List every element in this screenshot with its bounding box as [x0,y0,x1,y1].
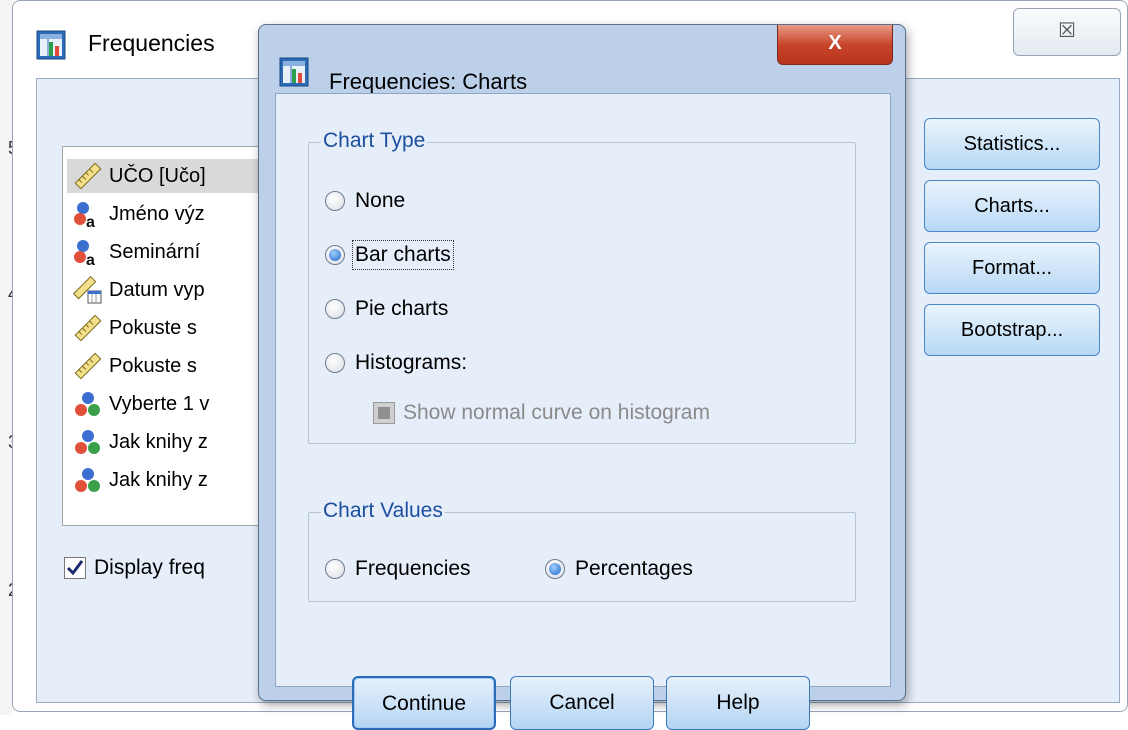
chart-type-legend: Chart Type [321,129,428,153]
frequencies-close-button[interactable]: ☒ [1013,8,1121,56]
list-item[interactable]: Pokuste s [73,311,197,345]
radio-frequencies[interactable]: Frequencies [325,557,471,581]
display-frequency-checkbox[interactable]: Display freq [64,556,205,580]
radio-none-label: None [355,189,406,212]
close-icon: X [828,32,842,54]
spss-app-icon [279,57,309,87]
chart-type-group: Chart Type None Bar charts Pie charts Hi… [308,129,856,444]
spss-app-icon [36,30,66,60]
variable-label: Vyberte 1 v [109,392,210,415]
radio-selected-icon [545,559,565,579]
nominal-icon [75,468,100,492]
list-item[interactable]: Pokuste s [73,349,197,383]
radio-percentages-label: Percentages [575,557,693,580]
show-normal-curve-label: Show normal curve on histogram [403,401,710,424]
show-normal-curve-checkbox[interactable]: Show normal curve on histogram [373,401,710,425]
radio-frequencies-label: Frequencies [355,557,471,580]
radio-percentages[interactable]: Percentages [545,557,693,581]
continue-button[interactable]: Continue [352,676,496,730]
svg-text:a: a [86,252,95,266]
chart-values-group: Chart Values Frequencies Percentages [308,499,856,602]
radio-bar-charts-label: Bar charts [352,240,454,270]
variable-label: Pokuste s [109,316,197,339]
variable-label: UČO [Učo] [109,164,206,187]
dialog-body: Chart Type None Bar charts Pie charts Hi… [275,93,891,730]
charts-button[interactable]: Charts... [924,180,1100,232]
cancel-button[interactable]: Cancel [510,676,654,730]
variable-label: Pokuste s [109,354,197,377]
radio-pie-charts[interactable]: Pie charts [325,297,448,321]
statistics-button[interactable]: Statistics... [924,118,1100,170]
nominal-icon [75,392,100,416]
chart-values-legend: Chart Values [321,499,445,523]
nominal-string-icon: a [74,240,95,266]
ruler-scale-icon [74,314,102,342]
radio-icon [325,559,345,579]
nominal-string-icon: a [74,202,95,228]
radio-icon [325,191,345,211]
radio-bar-charts[interactable]: Bar charts [325,240,454,270]
radio-icon [325,299,345,319]
background-ruler [0,0,12,715]
radio-none[interactable]: None [325,189,405,213]
dialog-close-button[interactable]: X [777,25,893,65]
list-item[interactable]: UČO [Učo] [67,159,271,193]
list-item[interactable]: Datum vyp [73,273,205,307]
radio-histograms[interactable]: Histograms: [325,351,467,375]
radio-pie-charts-label: Pie charts [355,297,449,320]
radio-selected-icon [325,245,345,265]
radio-icon [325,353,345,373]
list-item[interactable]: Jak knihy z [73,425,208,459]
variable-label: Jak knihy z [109,430,208,453]
list-item[interactable]: a Seminární [73,235,200,269]
variable-label: Jak knihy z [109,468,208,491]
format-button[interactable]: Format... [924,242,1100,294]
variable-list[interactable]: UČO [Učo] a Jméno výz a Seminární Datum … [62,146,272,526]
bootstrap-button[interactable]: Bootstrap... [924,304,1100,356]
list-item[interactable]: a Jméno výz [73,197,205,231]
dialog-title: Frequencies: Charts [329,69,528,94]
ruler-scale-icon [74,162,102,190]
checkbox-disabled-icon [373,402,395,424]
svg-text:a: a [86,214,95,228]
display-frequency-label: Display freq [94,556,205,579]
list-item[interactable]: Vyberte 1 v [73,387,209,421]
date-scale-icon [73,276,102,304]
variable-label: Seminární [109,240,201,263]
ruler-scale-icon [74,352,102,380]
nominal-icon [75,430,100,454]
checkmark-icon [66,560,84,576]
checkbox-icon [64,557,86,579]
list-item[interactable]: Jak knihy z [73,463,208,497]
radio-histograms-label: Histograms: [355,351,468,374]
frequencies-window-title: Frequencies [88,30,215,56]
close-icon: ☒ [1058,20,1076,42]
variable-label: Jméno výz [109,202,205,225]
charts-dialog: Frequencies: Charts X Chart Type None Ba… [258,24,906,730]
help-button[interactable]: Help [666,676,810,730]
variable-label: Datum vyp [109,278,205,301]
